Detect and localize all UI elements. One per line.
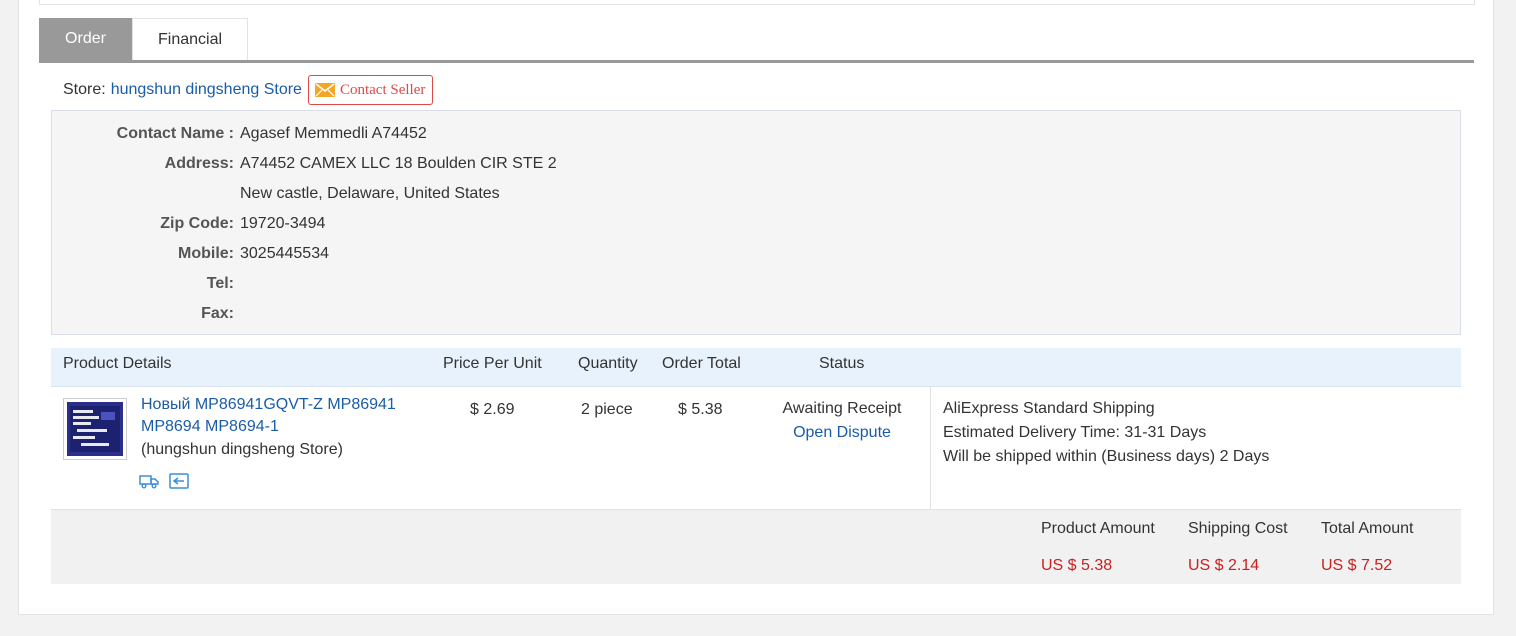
- status-value: Awaiting Receipt: [782, 400, 902, 417]
- product-amount-value: US $ 5.38: [1041, 557, 1113, 574]
- product-amount-column: Product Amount US $ 5.38: [1041, 519, 1155, 576]
- tab-bar: Order Financial: [39, 18, 1474, 63]
- order-total-value: $ 5.38: [678, 401, 723, 418]
- status-cell: Awaiting Receipt Open Dispute: [779, 397, 905, 445]
- total-amount-label: Total Amount: [1321, 520, 1414, 537]
- ship-within-label: Will be shipped within (Business days): [943, 448, 1216, 465]
- shipping-cost-label: Shipping Cost: [1188, 520, 1288, 537]
- product-table-header: Product Details Price Per Unit Quantity …: [51, 348, 1461, 387]
- zip-label: Zip Code:: [160, 215, 234, 232]
- mobile-row: Mobile: 3025445534: [52, 239, 1460, 269]
- address-line1: A74452 CAMEX LLC 18 Boulden CIR STE 2: [240, 155, 557, 172]
- delivery-time-label: Estimated Delivery Time:: [943, 424, 1120, 441]
- contact-seller-label: Contact Seller: [339, 81, 426, 98]
- delivery-time-value: 31-31 Days: [1124, 424, 1207, 441]
- address-row-2: New castle, Delaware, United States: [52, 179, 1460, 209]
- header-quantity: Quantity: [578, 355, 638, 372]
- order-detail-panel: Order Financial Store: hungshun dingshen…: [18, 0, 1494, 615]
- store-link[interactable]: hungshun dingsheng Store: [111, 81, 302, 99]
- price-per-unit-value: $ 2.69: [470, 401, 515, 418]
- total-amount-value: US $ 7.52: [1321, 557, 1393, 574]
- tel-label: Tel:: [206, 275, 234, 292]
- shipping-cost-value: US $ 2.14: [1188, 557, 1260, 574]
- address-line2: New castle, Delaware, United States: [240, 185, 500, 202]
- mobile-value: 3025445534: [240, 245, 329, 262]
- store-line: Store: hungshun dingsheng Store Contact …: [63, 74, 434, 106]
- product-action-icons: [139, 473, 189, 489]
- tab-financial[interactable]: Financial: [132, 18, 248, 60]
- address-label: Address:: [164, 155, 234, 172]
- shipping-truck-icon[interactable]: [139, 473, 159, 489]
- store-label: Store:: [63, 81, 106, 98]
- column-divider: [930, 387, 931, 509]
- open-dispute-link[interactable]: Open Dispute: [779, 421, 905, 445]
- shipping-address-box: Contact Name : Agasef Memmedli A74452 Ad…: [51, 110, 1461, 335]
- header-status: Status: [819, 355, 865, 372]
- zip-row: Zip Code: 19720-3494: [52, 209, 1460, 239]
- fax-row: Fax:: [52, 299, 1460, 329]
- delivery-time-line: Estimated Delivery Time: 31-31 Days: [943, 421, 1269, 445]
- quantity-value: 2 piece: [581, 401, 633, 418]
- product-title-link[interactable]: Новый MP86941GQVT-Z MP86941 MP8694 MP869…: [141, 394, 421, 438]
- contact-seller-button[interactable]: Contact Seller: [307, 75, 434, 105]
- table-row: Новый MP86941GQVT-Z MP86941 MP8694 MP869…: [51, 387, 1461, 509]
- total-amount-column: Total Amount US $ 7.52: [1321, 519, 1414, 576]
- ship-within-line: Will be shipped within (Business days) 2…: [943, 445, 1269, 469]
- product-thumbnail[interactable]: [63, 398, 127, 460]
- mobile-label: Mobile:: [178, 245, 234, 262]
- contact-name-value: Agasef Memmedli A74452: [240, 125, 427, 142]
- tab-order[interactable]: Order: [39, 18, 132, 60]
- order-summary: Product Amount US $ 5.38 Shipping Cost U…: [51, 509, 1461, 584]
- shipping-cost-column: Shipping Cost US $ 2.14: [1188, 519, 1288, 576]
- header-price-per-unit: Price Per Unit: [443, 355, 542, 372]
- mail-icon: [314, 83, 335, 97]
- header-product-details: Product Details: [63, 355, 172, 372]
- shipping-method: AliExpress Standard Shipping: [943, 400, 1155, 417]
- contact-name-row: Contact Name : Agasef Memmedli A74452: [52, 119, 1460, 149]
- product-store-name: (hungshun dingsheng Store): [141, 441, 343, 458]
- zip-value: 19720-3494: [240, 215, 326, 232]
- product-amount-label: Product Amount: [1041, 520, 1155, 537]
- chip-image: [67, 402, 123, 456]
- top-box: [39, 0, 1475, 5]
- tel-row: Tel:: [52, 269, 1460, 299]
- header-order-total: Order Total: [662, 355, 741, 372]
- contact-name-label: Contact Name :: [116, 125, 234, 142]
- shipping-info: AliExpress Standard Shipping Estimated D…: [943, 397, 1269, 469]
- address-row: Address: A74452 CAMEX LLC 18 Boulden CIR…: [52, 149, 1460, 179]
- message-icon[interactable]: [169, 473, 189, 489]
- ship-within-value: 2 Days: [1219, 448, 1270, 465]
- fax-label: Fax:: [201, 305, 234, 322]
